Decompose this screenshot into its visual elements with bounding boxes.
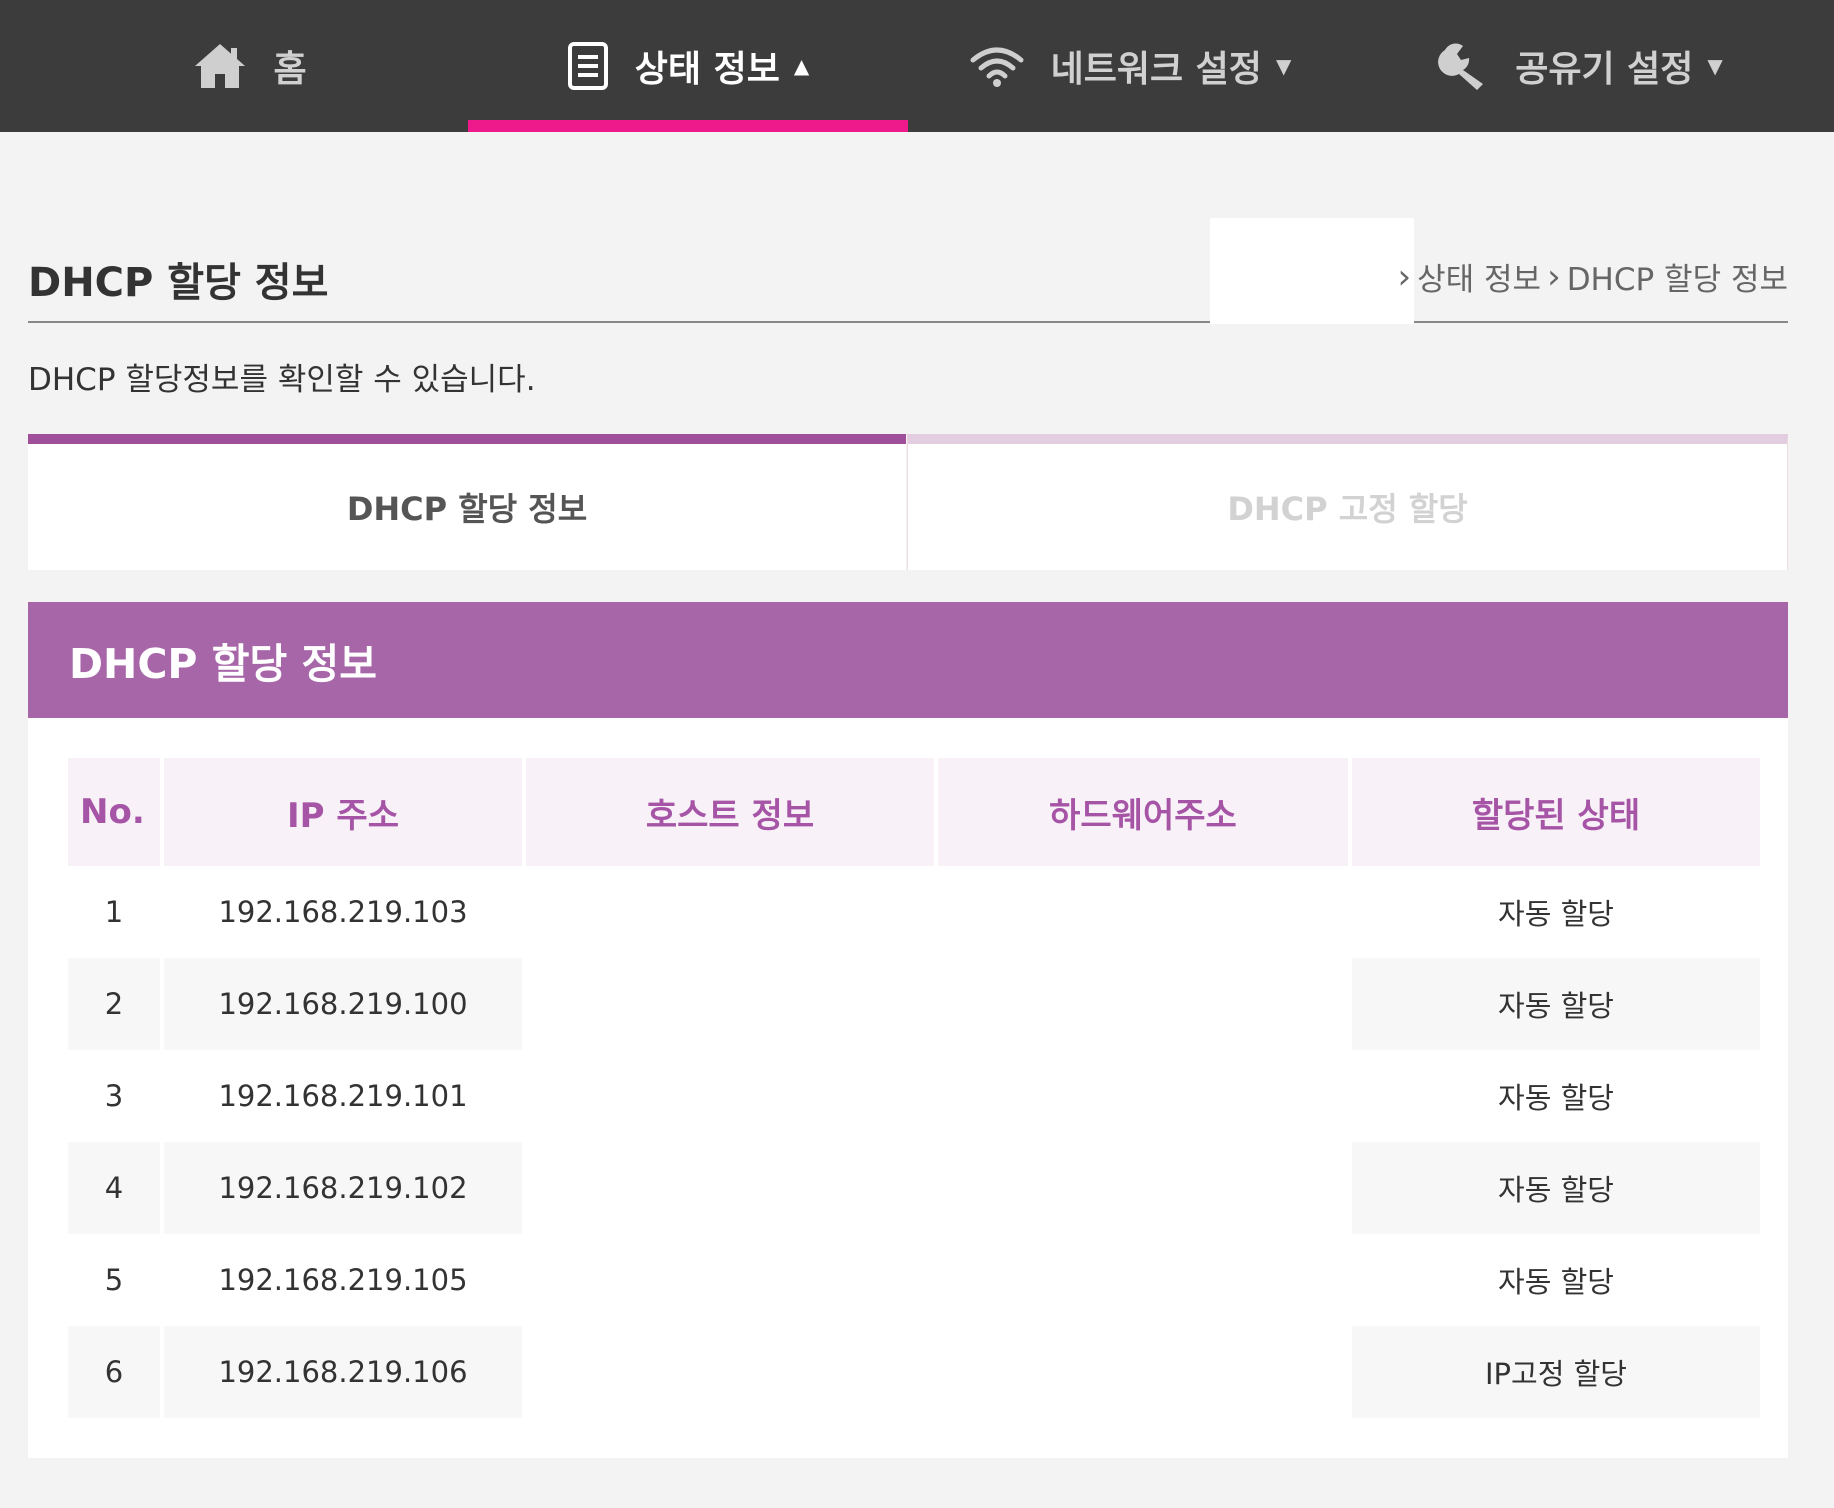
cell-no: 4 [68,1142,160,1234]
page-title: DHCP 할당 정보 [28,260,329,306]
nav-label-status: 상태 정보 [634,49,780,90]
nav-item-home[interactable]: 홈 [160,0,340,132]
cell-host [526,1234,934,1326]
cell-no: 5 [104,1263,124,1297]
cell-status: 자동 할당 [1498,1081,1614,1115]
wifi-icon [969,44,1025,88]
table-row: 2 192.168.219.100 자동 할당 [68,958,1760,1050]
cell-no: 3 [104,1079,124,1113]
cell-hardware [938,1326,1348,1418]
table-header-row: No. IP 주소 호스트 정보 하드웨어주소 할당된 상태 [68,758,1760,866]
nav-item-router[interactable]: 공유기 설정 ▼ [1420,0,1740,132]
cell-status: 자동 할당 [1498,1265,1614,1299]
column-header-status: 할당된 상태 [1352,758,1760,866]
home-icon [193,42,247,90]
cell-host [526,866,934,958]
panel-title: DHCP 할당 정보 [28,602,1788,718]
document-icon [567,41,609,91]
column-header-hardware: 하드웨어주소 [938,758,1348,866]
cell-status: 자동 할당 [1352,1142,1760,1234]
caret-down-icon: ▼ [1275,54,1292,78]
nav-label-router: 공유기 설정 [1515,49,1694,90]
cell-hardware [938,1050,1348,1142]
nav-item-status[interactable]: 상태 정보 ▲ [468,0,908,132]
table-row: 3 192.168.219.101 자동 할당 [68,1050,1760,1142]
nav-label-network: 네트워크 설정 [1050,49,1262,90]
table-row: 4 192.168.219.102 자동 할당 [68,1142,1760,1234]
page-description: DHCP 할당정보를 확인할 수 있습니다. [28,362,536,398]
chevron-right-icon: › [1547,256,1561,297]
cell-no: 2 [68,958,160,1050]
table-row: 5 192.168.219.105 자동 할당 [68,1234,1760,1326]
header-divider [28,321,1788,323]
breadcrumb-item-dhcp[interactable]: DHCP 할당 정보 [1567,254,1788,299]
table-row: 1 192.168.219.103 자동 할당 [68,866,1760,958]
cell-hardware [938,866,1348,958]
cell-ip: 192.168.219.106 [164,1326,522,1418]
cell-host [526,958,934,1050]
cell-host [526,1142,934,1234]
cell-hardware [938,1142,1348,1234]
cell-ip: 192.168.219.102 [164,1142,522,1234]
chevron-right-icon: › [1397,256,1412,297]
dhcp-table: No. IP 주소 호스트 정보 하드웨어주소 할당된 상태 1 192.168… [64,758,1764,1418]
column-header-host: 호스트 정보 [526,758,934,866]
cell-host [526,1050,934,1142]
cell-ip: 192.168.219.100 [164,958,522,1050]
active-nav-indicator [468,120,908,132]
cell-status: IP고정 할당 [1352,1326,1760,1418]
redacted-box [1210,218,1414,324]
table-row: 6 192.168.219.106 IP고정 할당 [68,1326,1760,1418]
cell-status: 자동 할당 [1352,958,1760,1050]
nav-item-network[interactable]: 네트워크 설정 ▼ [960,0,1300,132]
breadcrumb-item-status[interactable]: 상태 정보 [1417,254,1541,299]
wrench-icon [1437,40,1489,92]
tab-dhcp-static-allocation[interactable]: DHCP 고정 할당 [907,434,1788,570]
dhcp-info-panel: DHCP 할당 정보 No. IP 주소 호스트 정보 하드웨어주소 할당된 상… [28,602,1788,1458]
cell-ip: 192.168.219.105 [218,1263,468,1297]
tab-label: DHCP 고정 할당 [1227,490,1468,528]
cell-host [526,1326,934,1418]
cell-hardware [938,1234,1348,1326]
caret-up-icon: ▲ [793,54,810,78]
cell-ip: 192.168.219.103 [218,895,468,929]
column-header-no: No. [68,758,160,866]
cell-ip: 192.168.219.101 [218,1079,468,1113]
cell-status: 자동 할당 [1498,897,1614,931]
breadcrumb: › 상태 정보 › DHCP 할당 정보 [1392,254,1788,299]
nav-label-home: 홈 [273,49,307,90]
tab-dhcp-allocation-info[interactable]: DHCP 할당 정보 [28,434,906,570]
tab-label: DHCP 할당 정보 [346,490,588,528]
cell-no: 1 [104,895,124,929]
column-header-ip: IP 주소 [164,758,522,866]
cell-hardware [938,958,1348,1050]
top-navigation: 홈 상태 정보 ▲ 네트워크 설정 ▼ 공유기 설정 ▼ [0,0,1834,132]
cell-no: 6 [68,1326,160,1418]
caret-down-icon: ▼ [1707,54,1723,78]
